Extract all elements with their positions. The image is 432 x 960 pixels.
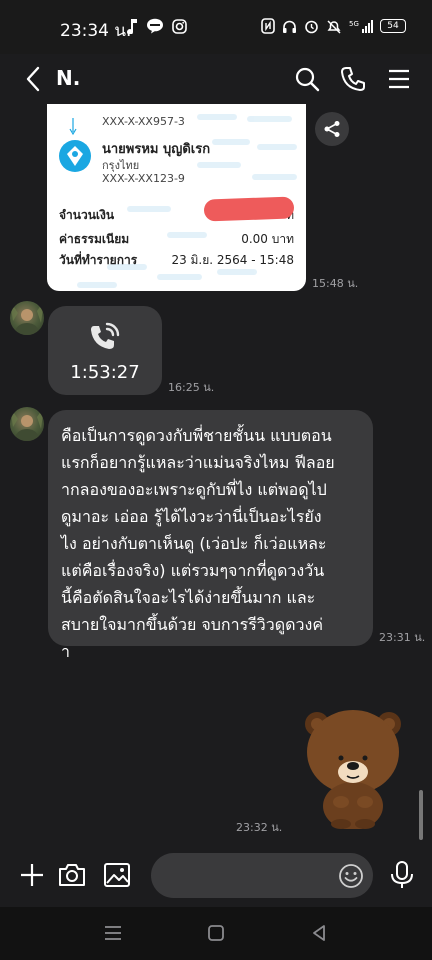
nfc-icon: [261, 18, 275, 34]
call-timestamp: 16:25 น.: [168, 381, 215, 394]
chat-header: N.: [0, 54, 432, 104]
phone-call-icon: [91, 322, 120, 349]
recent-apps-icon[interactable]: [101, 921, 125, 945]
message-line: ากลองของอะเพราะดูกับพี่ไง แต่พอดูไป: [61, 480, 327, 499]
instagram-icon: [172, 18, 187, 34]
music-note-icon: [127, 19, 137, 34]
headphones-icon: [283, 20, 296, 33]
chat-area[interactable]: XXX-X-XX957-3 นายพรหม บุญดิเรก กรุงไทย X…: [0, 104, 432, 846]
camera-icon[interactable]: [57, 860, 87, 890]
line-app-icon: [147, 18, 163, 34]
hamburger-menu-icon[interactable]: [386, 66, 412, 92]
receipt-timestamp: 15:48 น.: [312, 277, 359, 290]
sticker-timestamp: 23:32 น.: [236, 821, 283, 834]
microphone-icon[interactable]: [387, 860, 417, 890]
recipient-account: XXX-X-XX123-9: [102, 172, 185, 185]
message-line: แต่คือเรื่องจริง) แต่รวมๆจากที่ดูดวงวัน: [61, 561, 325, 580]
status-notification-icons: [126, 18, 187, 34]
text-timestamp: 23:31 น.: [379, 631, 426, 644]
signal-icon: 5G: [349, 19, 373, 33]
message-line: า: [61, 642, 70, 661]
plus-icon[interactable]: [17, 860, 47, 890]
alarm-icon: [305, 20, 318, 33]
message-line: นี้คือตัดสินใจอะไรได้ง่ายขึ้นมาก และ: [61, 588, 316, 607]
sender-account: XXX-X-XX957-3: [102, 115, 185, 128]
emoji-icon[interactable]: [338, 863, 364, 889]
call-duration: 1:53:27: [70, 362, 140, 383]
transfer-receipt-image[interactable]: XXX-X-XX957-3 นายพรหม บุญดิเรก กรุงไทย X…: [47, 104, 306, 291]
phone-icon[interactable]: [340, 66, 366, 92]
share-button[interactable]: [315, 112, 349, 146]
status-time: 23:34 น.: [60, 21, 132, 41]
image-icon[interactable]: [102, 860, 132, 890]
message-line: สบายใจมากขึ้นด้วย จบการรีวิวดูดวงค่: [61, 615, 324, 634]
voice-call-message[interactable]: 1:53:27: [48, 306, 162, 395]
scrollbar-thumb[interactable]: [419, 790, 423, 840]
date-value: 23 มิ.ย. 2564 - 15:48: [171, 253, 294, 267]
redacted-amount: [203, 196, 295, 222]
krungthai-bank-logo-icon: [59, 140, 91, 172]
avatar[interactable]: [10, 301, 44, 335]
svg-text:5G: 5G: [349, 20, 359, 28]
amount-label: จำนวนเงิน: [59, 208, 115, 222]
message-line: แรกก็อยากรู้แหละว่าแม่นจริงไหม ฟีลอย: [61, 453, 335, 472]
search-icon[interactable]: [294, 66, 320, 92]
brown-bear-sticker[interactable]: [303, 704, 403, 829]
status-bar: 23:34 น. 5G 54: [0, 0, 432, 54]
system-navigation-bar: [0, 907, 432, 960]
avatar[interactable]: [10, 407, 44, 441]
fee-label: ค่าธรรมเนียม: [59, 232, 130, 246]
message-line: ดูมาอะ เอ่ออ รู้ได้ไงวะว่านี่เป็นอะไรยัง: [61, 507, 322, 526]
message-line: ไง อย่างกับตาเห็นดู (เว่อปะ ก็เว่อแหละ: [61, 534, 327, 553]
back-nav-icon[interactable]: [307, 921, 331, 945]
mute-vibrate-icon: [327, 19, 341, 34]
date-label: วันที่ทำรายการ: [59, 253, 138, 267]
home-icon[interactable]: [204, 921, 228, 945]
battery-icon: 54: [380, 19, 406, 33]
message-input-bar: [0, 846, 432, 907]
fee-value: 0.00 บาท: [241, 232, 294, 246]
text-message[interactable]: คือเป็นการดูดวงกับพี่ชายชั้นน แบบตอน แรก…: [48, 410, 373, 661]
status-system-icons: 5G 54: [261, 18, 406, 34]
arrow-down-icon: [69, 118, 77, 136]
back-button[interactable]: [20, 64, 48, 94]
share-icon: [324, 121, 340, 137]
message-line: คือเป็นการดูดวงกับพี่ชายชั้นน แบบตอน: [61, 426, 332, 445]
contact-name[interactable]: N.: [56, 66, 80, 90]
